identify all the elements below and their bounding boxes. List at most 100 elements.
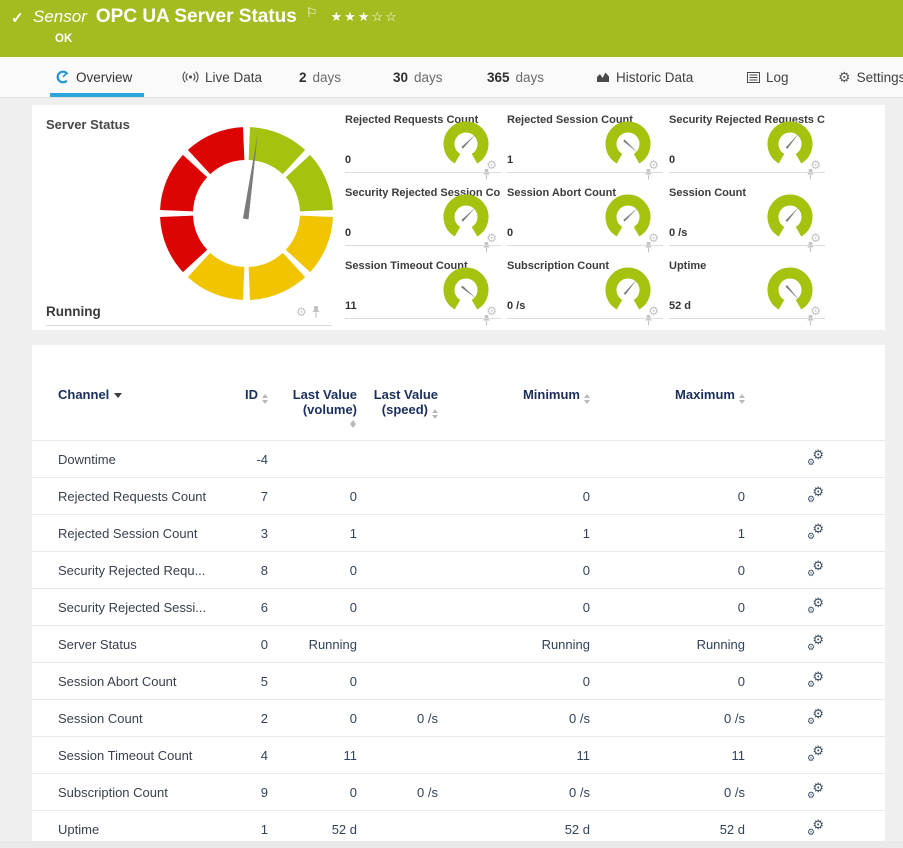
last-value-speed-cell <box>357 478 438 515</box>
maximum-cell: 52 d <box>590 811 745 848</box>
gauge-segment-yellow <box>249 265 294 284</box>
pin-icon[interactable] <box>806 241 815 253</box>
flag-icon[interactable]: ⚐ <box>306 5 318 21</box>
mini-gauge-cell: Security Rejected Requests C... 0 ⚙ <box>669 111 825 173</box>
channel-settings-icon[interactable]: ⚙ ⚙ <box>807 783 824 799</box>
mini-gauge-actions: ⚙ <box>486 159 497 171</box>
gauge-segment-yellow <box>298 216 317 261</box>
channel-id-cell: 8 <box>243 552 268 589</box>
gauge-segment-red <box>199 144 244 163</box>
channel-settings-icon[interactable]: ⚙ ⚙ <box>807 709 824 725</box>
pin-icon[interactable] <box>482 241 491 253</box>
page-title: OPC UA Server Status <box>96 6 297 28</box>
channel-settings-icon[interactable]: ⚙ ⚙ <box>807 524 824 540</box>
pin-icon[interactable] <box>311 305 321 318</box>
channel-settings-icon[interactable]: ⚙ ⚙ <box>807 487 824 503</box>
gauges-panel: Server Status Running ⚙ Rejected Request… <box>32 105 885 330</box>
channel-name-cell[interactable]: Subscription Count <box>32 774 243 811</box>
channel-row[interactable]: Downtime -4 ⚙ ⚙ <box>32 441 885 478</box>
channel-row[interactable]: Rejected Requests Count 7 0 0 0 ⚙ ⚙ <box>32 478 885 515</box>
last-value-volume-cell: 52 d <box>268 811 357 848</box>
channel-id-cell: 1 <box>243 811 268 848</box>
channel-settings-icon[interactable]: ⚙ ⚙ <box>807 635 824 651</box>
mini-gauge-grid: Rejected Requests Count 0 ⚙ Rejected Ses… <box>345 111 825 319</box>
channel-settings-icon[interactable]: ⚙ ⚙ <box>807 672 824 688</box>
mini-gauge-actions: ⚙ <box>810 232 821 244</box>
tab-2-days[interactable]: 2 days <box>299 57 341 97</box>
channel-name-cell[interactable]: Session Timeout Count <box>32 737 243 774</box>
channel-name-cell[interactable]: Downtime <box>32 441 243 478</box>
column-header-maximum[interactable]: Maximum <box>590 345 745 441</box>
pin-icon[interactable] <box>482 168 491 180</box>
mini-gauge-needle <box>461 207 476 222</box>
last-value-volume-cell: 1 <box>268 515 357 552</box>
priority-stars[interactable]: ★★★☆☆ <box>331 9 399 25</box>
sort-icon <box>350 420 357 428</box>
channel-row[interactable]: Server Status 0 Running Running Running … <box>32 626 885 663</box>
minimum-cell: 1 <box>438 515 590 552</box>
channel-row[interactable]: Rejected Session Count 3 1 1 1 ⚙ ⚙ <box>32 515 885 552</box>
channel-settings-cell: ⚙ ⚙ <box>745 589 885 626</box>
channel-name-cell[interactable]: Rejected Session Count <box>32 515 243 552</box>
pin-icon[interactable] <box>644 314 653 326</box>
last-value-volume-cell: 0 <box>268 589 357 626</box>
channel-name-cell[interactable]: Session Abort Count <box>32 663 243 700</box>
channel-id-cell: 7 <box>243 478 268 515</box>
pin-icon[interactable] <box>806 314 815 326</box>
column-header-last-value-volume[interactable]: Last Value(volume) <box>268 345 357 441</box>
channel-row[interactable]: Security Rejected Sessi... 6 0 0 0 ⚙ ⚙ <box>32 589 885 626</box>
tab-historic-data[interactable]: Historic Data <box>596 57 693 97</box>
channel-row[interactable]: Security Rejected Requ... 8 0 0 0 ⚙ ⚙ <box>32 552 885 589</box>
tab-365-days[interactable]: 365 days <box>487 57 544 97</box>
column-header-id[interactable]: ID <box>243 345 268 441</box>
maximum-cell: 11 <box>590 737 745 774</box>
tab-settings[interactable]: ⚙ Settings <box>838 57 903 97</box>
tab-label: Log <box>766 70 789 85</box>
pin-icon[interactable] <box>644 168 653 180</box>
last-value-speed-cell <box>357 441 438 478</box>
channel-settings-cell: ⚙ ⚙ <box>745 626 885 663</box>
pin-icon[interactable] <box>482 314 491 326</box>
channel-name-cell[interactable]: Uptime <box>32 811 243 848</box>
pin-icon[interactable] <box>644 241 653 253</box>
channel-row[interactable]: Subscription Count 9 0 0 /s 0 /s 0 /s ⚙ … <box>32 774 885 811</box>
channel-settings-icon[interactable]: ⚙ ⚙ <box>807 746 824 762</box>
column-header-last-value-speed[interactable]: Last Value(speed) <box>357 345 438 441</box>
channel-settings-cell: ⚙ ⚙ <box>745 774 885 811</box>
mini-gauge-needle <box>623 140 639 154</box>
column-header-channel[interactable]: Channel <box>32 345 243 441</box>
channel-settings-icon[interactable]: ⚙ ⚙ <box>807 450 824 466</box>
column-header-minimum[interactable]: Minimum <box>438 345 590 441</box>
channel-name-cell[interactable]: Security Rejected Requ... <box>32 552 243 589</box>
channel-row[interactable]: Session Timeout Count 4 11 11 11 ⚙ ⚙ <box>32 737 885 774</box>
tab-live-data[interactable]: Live Data <box>182 57 262 97</box>
mini-gauge-value: 1 <box>507 154 513 166</box>
channel-row[interactable]: Uptime 1 52 d 52 d 52 d ⚙ ⚙ <box>32 811 885 848</box>
tab-overview[interactable]: Overview <box>56 57 132 97</box>
channel-id-cell: 4 <box>243 737 268 774</box>
channel-row[interactable]: Session Abort Count 5 0 0 0 ⚙ ⚙ <box>32 663 885 700</box>
tab-log[interactable]: Log <box>747 57 789 97</box>
channel-settings-icon[interactable]: ⚙ ⚙ <box>807 598 824 614</box>
channel-name-cell[interactable]: Rejected Requests Count <box>32 478 243 515</box>
channel-settings-icon[interactable]: ⚙ ⚙ <box>807 820 824 836</box>
channel-gear-icon[interactable]: ⚙ <box>296 306 307 318</box>
channel-row[interactable]: Session Count 2 0 0 /s 0 /s 0 /s ⚙ ⚙ <box>32 700 885 737</box>
channel-name-cell[interactable]: Security Rejected Sessi... <box>32 589 243 626</box>
last-value-speed-cell <box>357 626 438 663</box>
channel-name-cell[interactable]: Server Status <box>32 626 243 663</box>
channel-settings-icon[interactable]: ⚙ ⚙ <box>807 561 824 577</box>
last-value-volume-cell <box>268 441 357 478</box>
mini-gauge-value: 0 <box>345 227 351 239</box>
tab-30-days[interactable]: 30 days <box>393 57 443 97</box>
mini-gauge-cell: Uptime 52 d ⚙ <box>669 257 825 319</box>
column-header-settings <box>745 345 885 441</box>
mini-gauge-actions: ⚙ <box>810 159 821 171</box>
mini-gauge-cell: Session Count 0 /s ⚙ <box>669 184 825 246</box>
gauge-segment-yellow <box>199 265 244 284</box>
minimum-cell <box>438 441 590 478</box>
pin-icon[interactable] <box>806 168 815 180</box>
channel-id-cell: 5 <box>243 663 268 700</box>
channel-name-cell[interactable]: Session Count <box>32 700 243 737</box>
mini-gauge-needle <box>786 285 800 301</box>
